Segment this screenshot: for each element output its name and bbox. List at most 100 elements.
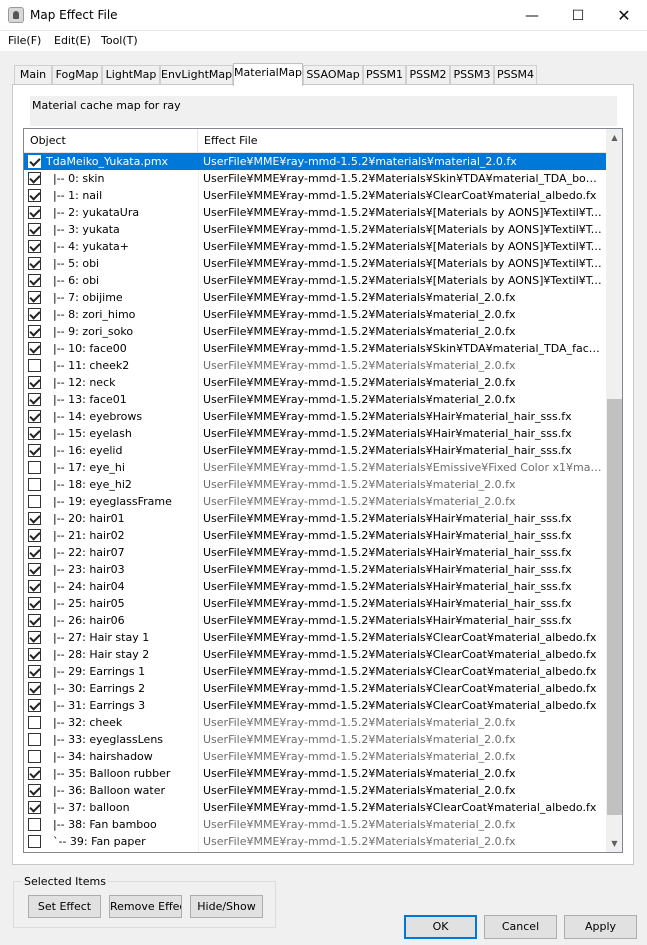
- list-row[interactable]: |-- 34: hairshadow UserFile¥MME¥ray-mmd-1…: [24, 748, 606, 765]
- row-checkbox[interactable]: [28, 376, 41, 389]
- list-row[interactable]: |-- 6: obi UserFile¥MME¥ray-mmd-1.5.2¥Mat…: [24, 272, 606, 289]
- close-button[interactable]: ✕: [601, 0, 647, 31]
- tab-lightmap[interactable]: LightMap: [102, 65, 160, 85]
- vertical-scrollbar[interactable]: ▲ ▼: [606, 129, 622, 852]
- list-row[interactable]: |-- 20: hair01 UserFile¥MME¥ray-mmd-1.5.2…: [24, 510, 606, 527]
- list-row[interactable]: |-- 19: eyeglassFrame UserFile¥MME¥ray-mm…: [24, 493, 606, 510]
- scroll-thumb[interactable]: [607, 399, 622, 815]
- scroll-up-icon[interactable]: ▲: [606, 129, 622, 146]
- list-row[interactable]: |-- 7: obijime UserFile¥MME¥ray-mmd-1.5.2…: [24, 289, 606, 306]
- tab-materialmap[interactable]: MaterialMap: [233, 63, 303, 86]
- list-row[interactable]: |-- 25: hair05 UserFile¥MME¥ray-mmd-1.5.2…: [24, 595, 606, 612]
- list-row[interactable]: |-- 18: eye_hi2 UserFile¥MME¥ray-mmd-1.5.…: [24, 476, 606, 493]
- row-checkbox[interactable]: [28, 733, 41, 746]
- object-effect-list[interactable]: Object Effect File TdaMeiko_Yukata.pmx Us…: [23, 128, 623, 853]
- row-checkbox[interactable]: [28, 325, 41, 338]
- menu-file[interactable]: File(F): [8, 34, 41, 47]
- list-row[interactable]: |-- 0: skin UserFile¥MME¥ray-mmd-1.5.2¥Ma…: [24, 170, 606, 187]
- row-checkbox[interactable]: [28, 682, 41, 695]
- menu-edit[interactable]: Edit(E): [54, 34, 91, 47]
- row-checkbox[interactable]: [28, 665, 41, 678]
- maximize-button[interactable]: ☐: [555, 0, 601, 31]
- list-row[interactable]: |-- 31: Earrings 3 UserFile¥MME¥ray-mmd-1…: [24, 697, 606, 714]
- row-checkbox[interactable]: [28, 529, 41, 542]
- row-checkbox[interactable]: [28, 410, 41, 423]
- row-checkbox[interactable]: [28, 444, 41, 457]
- list-row[interactable]: |-- 12: neck UserFile¥MME¥ray-mmd-1.5.2¥M…: [24, 374, 606, 391]
- list-row[interactable]: |-- 28: Hair stay 2 UserFile¥MME¥ray-mmd-…: [24, 646, 606, 663]
- tab-main[interactable]: Main: [14, 65, 52, 85]
- tab-pssm3[interactable]: PSSM3: [450, 65, 494, 85]
- row-checkbox[interactable]: [28, 461, 41, 474]
- tab-pssm2[interactable]: PSSM2: [406, 65, 450, 85]
- tab-envlightmap[interactable]: EnvLightMap: [160, 65, 233, 85]
- row-checkbox[interactable]: [28, 580, 41, 593]
- row-checkbox[interactable]: [28, 427, 41, 440]
- list-row[interactable]: |-- 16: eyelid UserFile¥MME¥ray-mmd-1.5.2…: [24, 442, 606, 459]
- column-header-object[interactable]: Object: [24, 129, 198, 153]
- list-row[interactable]: |-- 35: Balloon rubber UserFile¥MME¥ray-m…: [24, 765, 606, 782]
- row-checkbox[interactable]: [28, 155, 41, 168]
- hide-show-button[interactable]: Hide/Show: [190, 895, 263, 918]
- row-checkbox[interactable]: [28, 835, 41, 848]
- list-row[interactable]: |-- 10: face00 UserFile¥MME¥ray-mmd-1.5.2…: [24, 340, 606, 357]
- row-checkbox[interactable]: [28, 223, 41, 236]
- list-row[interactable]: |-- 14: eyebrows UserFile¥MME¥ray-mmd-1.5…: [24, 408, 606, 425]
- list-row[interactable]: |-- 15: eyelash UserFile¥MME¥ray-mmd-1.5.…: [24, 425, 606, 442]
- row-checkbox[interactable]: [28, 274, 41, 287]
- ok-button[interactable]: OK: [404, 915, 477, 939]
- list-row[interactable]: |-- 23: hair03 UserFile¥MME¥ray-mmd-1.5.2…: [24, 561, 606, 578]
- list-row[interactable]: |-- 11: cheek2 UserFile¥MME¥ray-mmd-1.5.2…: [24, 357, 606, 374]
- row-checkbox[interactable]: [28, 631, 41, 644]
- row-checkbox[interactable]: [28, 495, 41, 508]
- row-checkbox[interactable]: [28, 801, 41, 814]
- row-checkbox[interactable]: [28, 257, 41, 270]
- row-checkbox[interactable]: [28, 172, 41, 185]
- cancel-button[interactable]: Cancel: [484, 915, 557, 939]
- row-checkbox[interactable]: [28, 240, 41, 253]
- row-checkbox[interactable]: [28, 614, 41, 627]
- list-row[interactable]: |-- 21: hair02 UserFile¥MME¥ray-mmd-1.5.2…: [24, 527, 606, 544]
- list-row[interactable]: |-- 8: zori_himo UserFile¥MME¥ray-mmd-1.5…: [24, 306, 606, 323]
- list-row[interactable]: TdaMeiko_Yukata.pmx UserFile¥MME¥ray-mmd-…: [24, 153, 606, 170]
- row-checkbox[interactable]: [28, 767, 41, 780]
- row-checkbox[interactable]: [28, 546, 41, 559]
- row-checkbox[interactable]: [28, 818, 41, 831]
- row-checkbox[interactable]: [28, 563, 41, 576]
- row-checkbox[interactable]: [28, 189, 41, 202]
- list-row[interactable]: `-- 39: Fan paper UserFile¥MME¥ray-mmd-1.…: [24, 833, 606, 850]
- row-checkbox[interactable]: [28, 784, 41, 797]
- row-checkbox[interactable]: [28, 512, 41, 525]
- row-checkbox[interactable]: [28, 393, 41, 406]
- list-row[interactable]: |-- 3: yukata UserFile¥MME¥ray-mmd-1.5.2¥…: [24, 221, 606, 238]
- row-checkbox[interactable]: [28, 478, 41, 491]
- tab-ssaomap[interactable]: SSAOMap: [303, 65, 363, 85]
- list-row[interactable]: |-- 1: nail UserFile¥MME¥ray-mmd-1.5.2¥Ma…: [24, 187, 606, 204]
- list-row[interactable]: |-- 4: yukata+ UserFile¥MME¥ray-mmd-1.5.2…: [24, 238, 606, 255]
- row-checkbox[interactable]: [28, 359, 41, 372]
- row-checkbox[interactable]: [28, 750, 41, 763]
- minimize-button[interactable]: —: [509, 0, 555, 31]
- list-row[interactable]: |-- 22: hair07 UserFile¥MME¥ray-mmd-1.5.2…: [24, 544, 606, 561]
- list-row[interactable]: |-- 24: hair04 UserFile¥MME¥ray-mmd-1.5.2…: [24, 578, 606, 595]
- list-row[interactable]: |-- 29: Earrings 1 UserFile¥MME¥ray-mmd-1…: [24, 663, 606, 680]
- apply-button[interactable]: Apply: [564, 915, 637, 939]
- row-checkbox[interactable]: [28, 716, 41, 729]
- row-checkbox[interactable]: [28, 291, 41, 304]
- list-row[interactable]: |-- 38: Fan bamboo UserFile¥MME¥ray-mmd-1…: [24, 816, 606, 833]
- list-row[interactable]: |-- 37: balloon UserFile¥MME¥ray-mmd-1.5.…: [24, 799, 606, 816]
- list-row[interactable]: |-- 27: Hair stay 1 UserFile¥MME¥ray-mmd-…: [24, 629, 606, 646]
- row-checkbox[interactable]: [28, 308, 41, 321]
- list-row[interactable]: |-- 26: hair06 UserFile¥MME¥ray-mmd-1.5.2…: [24, 612, 606, 629]
- scroll-down-icon[interactable]: ▼: [606, 835, 622, 852]
- row-checkbox[interactable]: [28, 342, 41, 355]
- column-header-effect[interactable]: Effect File: [198, 129, 606, 153]
- tab-fogmap[interactable]: FogMap: [52, 65, 102, 85]
- list-row[interactable]: |-- 13: face01 UserFile¥MME¥ray-mmd-1.5.2…: [24, 391, 606, 408]
- tab-pssm4[interactable]: PSSM4: [494, 65, 537, 85]
- list-row[interactable]: |-- 36: Balloon water UserFile¥MME¥ray-mm…: [24, 782, 606, 799]
- row-checkbox[interactable]: [28, 648, 41, 661]
- list-row[interactable]: |-- 33: eyeglassLens UserFile¥MME¥ray-mmd…: [24, 731, 606, 748]
- tab-pssm1[interactable]: PSSM1: [363, 65, 406, 85]
- set-effect-button[interactable]: Set Effect: [28, 895, 101, 918]
